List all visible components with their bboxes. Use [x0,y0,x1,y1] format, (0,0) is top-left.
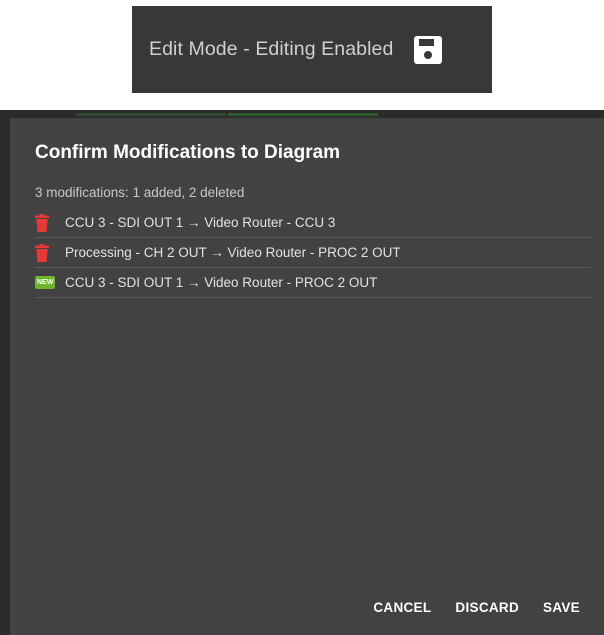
modifications-summary: 3 modifications: 1 added, 2 deleted [35,185,245,200]
trash-icon [35,213,59,233]
dialog-actions: CANCEL DISCARD SAVE [361,594,592,621]
modifications-list: CCU 3 - SDI OUT 1 → Video Router - CCU 3… [35,208,591,298]
new-badge: NEW [35,276,56,289]
modification-label: CCU 3 - SDI OUT 1 → Video Router - PROC … [65,275,378,290]
diagram-connection-line [76,113,226,116]
modification-row: NEW CCU 3 - SDI OUT 1 → Video Router - P… [35,268,591,298]
save-icon[interactable] [411,33,445,67]
new-badge-icon: NEW [35,273,59,293]
discard-button[interactable]: DISCARD [443,594,531,621]
modification-row: CCU 3 - SDI OUT 1 → Video Router - CCU 3 [35,208,591,238]
edit-mode-label: Edit Mode - Editing Enabled [149,38,394,60]
cancel-button[interactable]: CANCEL [361,594,443,621]
confirm-modifications-dialog: Confirm Modifications to Diagram 3 modif… [10,118,604,635]
modification-row: Processing - CH 2 OUT → Video Router - P… [35,238,591,268]
trash-icon [35,243,59,263]
dialog-title: Confirm Modifications to Diagram [35,142,341,163]
modification-label: Processing - CH 2 OUT → Video Router - P… [65,245,401,260]
edit-mode-indicator: Edit Mode - Editing Enabled [132,6,492,93]
modification-label: CCU 3 - SDI OUT 1 → Video Router - CCU 3 [65,215,336,230]
diagram-connection-line [228,113,378,116]
save-button[interactable]: SAVE [531,594,592,621]
